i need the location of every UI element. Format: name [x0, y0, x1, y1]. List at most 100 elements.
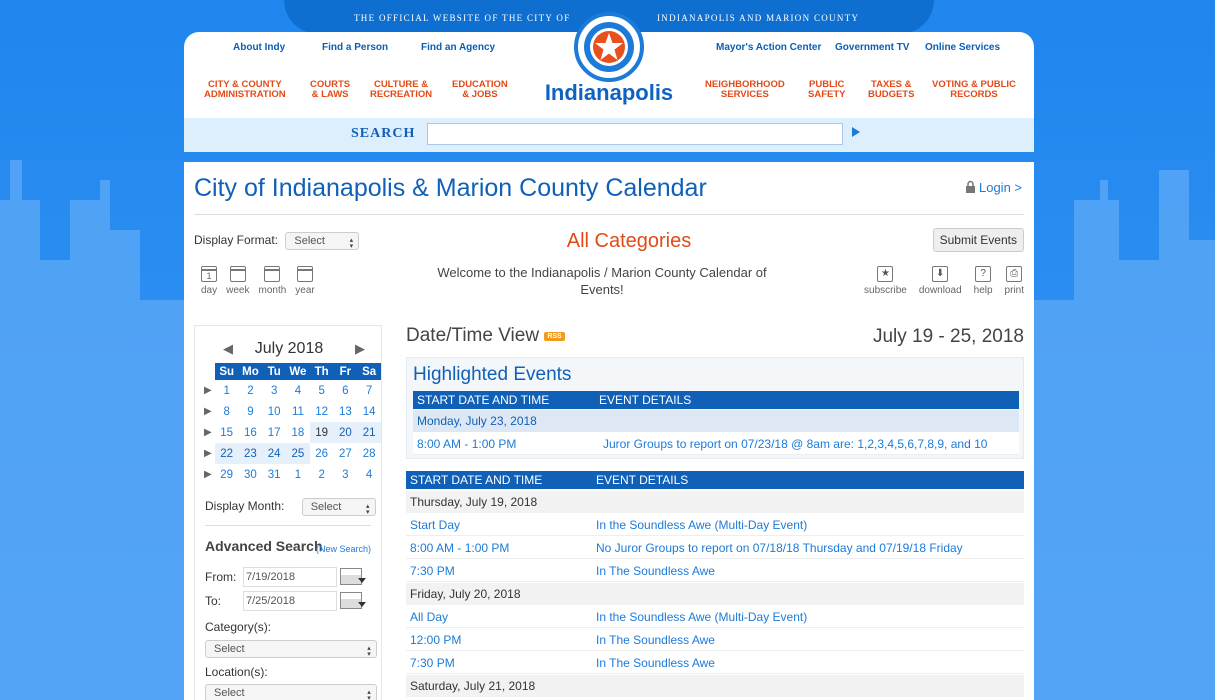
- calendar-day[interactable]: 16: [239, 422, 263, 443]
- tool-help[interactable]: ? help: [974, 266, 993, 296]
- location-select[interactable]: Select: [205, 684, 377, 700]
- calendar-day-selected[interactable]: 25: [286, 443, 310, 464]
- submit-events-button[interactable]: Submit Events: [932, 228, 1024, 252]
- event-time[interactable]: 7:30 PM: [410, 656, 455, 670]
- calendar-day[interactable]: 3: [334, 464, 358, 485]
- date-picker-icon[interactable]: [340, 592, 366, 609]
- calendar-day-selected[interactable]: 23: [238, 443, 263, 464]
- table-row: 8:00 AM - 1:00 PM No Juror Groups to rep…: [406, 536, 1024, 559]
- lock-icon: [965, 180, 975, 193]
- calendar-day[interactable]: 9: [239, 401, 263, 422]
- calendar-day[interactable]: 30: [239, 464, 263, 485]
- nav-courts-laws[interactable]: COURTS & LAWS: [310, 80, 350, 100]
- calendar-day[interactable]: 4: [357, 464, 381, 485]
- day-header: Friday, July 20, 2018: [406, 583, 1024, 605]
- highlighted-table-header: START DATE AND TIME EVENT DETAILS: [413, 391, 1019, 409]
- calendar-day-selected[interactable]: 19: [309, 422, 334, 443]
- help-icon: ?: [975, 266, 992, 282]
- view-week[interactable]: week: [226, 266, 249, 296]
- week-select-icon[interactable]: ▶: [201, 443, 215, 464]
- col-start-header: START DATE AND TIME: [410, 473, 543, 487]
- calendar-day[interactable]: 29: [215, 464, 239, 485]
- calendar-day[interactable]: 6: [334, 380, 358, 401]
- calendar-day[interactable]: 13: [334, 401, 358, 422]
- calendar-day[interactable]: 28: [357, 443, 381, 464]
- calendar-day[interactable]: 26: [310, 443, 334, 464]
- event-link[interactable]: No Juror Groups to report on 07/18/18 Th…: [596, 541, 963, 555]
- calendar-day[interactable]: 12: [310, 401, 334, 422]
- calendar-day[interactable]: 4: [286, 380, 310, 401]
- view-year[interactable]: year: [295, 266, 315, 296]
- link-mayors-action-center[interactable]: Mayor's Action Center: [716, 42, 821, 53]
- event-link[interactable]: In The Soundless Awe: [596, 656, 715, 670]
- calendar-day[interactable]: 10: [262, 401, 286, 422]
- calendar-day[interactable]: 27: [334, 443, 358, 464]
- week-select-icon[interactable]: ▶: [201, 380, 215, 401]
- calendar-day[interactable]: 1: [286, 464, 310, 485]
- calendar-day[interactable]: 31: [262, 464, 286, 485]
- week-select-icon[interactable]: ▶: [201, 401, 215, 422]
- from-date-input[interactable]: 7/19/2018: [243, 567, 337, 587]
- view-month[interactable]: month: [258, 266, 286, 296]
- category-select[interactable]: Select: [205, 640, 377, 658]
- logo-wordmark[interactable]: Indianapolis: [542, 80, 676, 106]
- link-find-agency[interactable]: Find an Agency: [421, 42, 495, 53]
- event-link[interactable]: In The Soundless Awe: [596, 633, 715, 647]
- calendar-day[interactable]: 3: [262, 380, 286, 401]
- calendar-day[interactable]: 1: [215, 380, 239, 401]
- rss-icon[interactable]: RSS: [544, 332, 565, 341]
- display-month-select[interactable]: Select: [301, 498, 376, 516]
- link-find-person[interactable]: Find a Person: [322, 42, 388, 53]
- calendar-day-selected[interactable]: 24: [262, 443, 287, 464]
- tool-subscribe[interactable]: ★ subscribe: [864, 266, 907, 296]
- tool-download[interactable]: ⬇ download: [919, 266, 962, 296]
- link-about-indy[interactable]: About Indy: [233, 42, 285, 53]
- event-link[interactable]: In the Soundless Awe (Multi-Day Event): [596, 610, 807, 624]
- event-time[interactable]: 7:30 PM: [410, 564, 455, 578]
- nav-city-county[interactable]: CITY & COUNTY ADMINISTRATION: [204, 80, 286, 100]
- nav-voting-records[interactable]: VOTING & PUBLIC RECORDS: [932, 80, 1016, 100]
- calendar-day[interactable]: 2: [310, 464, 334, 485]
- calendar-day[interactable]: 15: [215, 422, 239, 443]
- event-link[interactable]: In The Soundless Awe: [596, 564, 715, 578]
- new-search-link[interactable]: (New Search): [316, 544, 371, 554]
- login-link[interactable]: Login >: [965, 180, 1022, 195]
- calendar-day[interactable]: 8: [215, 401, 239, 422]
- week-select-icon[interactable]: ▶: [201, 464, 215, 485]
- nav-culture-recreation[interactable]: CULTURE & RECREATION: [370, 80, 432, 100]
- event-link[interactable]: Juror Groups to report on 07/23/18 @ 8am…: [603, 437, 987, 451]
- event-link[interactable]: In the Soundless Awe (Multi-Day Event): [596, 518, 807, 532]
- city-seal-logo[interactable]: [574, 12, 644, 82]
- calendar-day[interactable]: 7: [357, 380, 381, 401]
- weekday-header: Sa: [357, 363, 381, 380]
- calendar-day[interactable]: 5: [310, 380, 334, 401]
- calendar-day-selected[interactable]: 21: [357, 422, 381, 443]
- search-input[interactable]: [427, 123, 843, 145]
- view-day[interactable]: 1 day: [201, 266, 217, 296]
- date-picker-icon[interactable]: [340, 568, 366, 585]
- event-time[interactable]: All Day: [410, 610, 448, 624]
- nav-public-safety[interactable]: PUBLIC SAFETY: [808, 80, 845, 100]
- download-icon: ⬇: [932, 266, 949, 282]
- week-select-icon[interactable]: ▶: [201, 422, 215, 443]
- tool-print[interactable]: ⎙ print: [1005, 266, 1024, 296]
- calendar-day-selected[interactable]: 22: [214, 443, 239, 464]
- nav-taxes-budgets[interactable]: TAXES & BUDGETS: [868, 80, 914, 100]
- event-time[interactable]: 8:00 AM - 1:00 PM: [417, 437, 516, 451]
- link-online-services[interactable]: Online Services: [925, 42, 1000, 53]
- next-month-icon[interactable]: ▶: [355, 341, 365, 357]
- nav-neighborhood-services[interactable]: NEIGHBORHOOD SERVICES: [705, 80, 785, 100]
- calendar-day[interactable]: 17: [262, 422, 286, 443]
- calendar-day-selected[interactable]: 20: [333, 422, 358, 443]
- event-time[interactable]: 12:00 PM: [410, 633, 461, 647]
- calendar-day[interactable]: 18: [286, 422, 310, 443]
- search-submit-icon[interactable]: [852, 127, 860, 137]
- calendar-day[interactable]: 11: [286, 401, 310, 422]
- to-date-input[interactable]: 7/25/2018: [243, 591, 337, 611]
- nav-education-jobs[interactable]: EDUCATION & JOBS: [452, 80, 508, 100]
- event-time[interactable]: Start Day: [410, 518, 460, 532]
- link-government-tv[interactable]: Government TV: [835, 42, 909, 53]
- calendar-day[interactable]: 14: [357, 401, 381, 422]
- calendar-day[interactable]: 2: [239, 380, 263, 401]
- event-time[interactable]: 8:00 AM - 1:00 PM: [410, 541, 509, 555]
